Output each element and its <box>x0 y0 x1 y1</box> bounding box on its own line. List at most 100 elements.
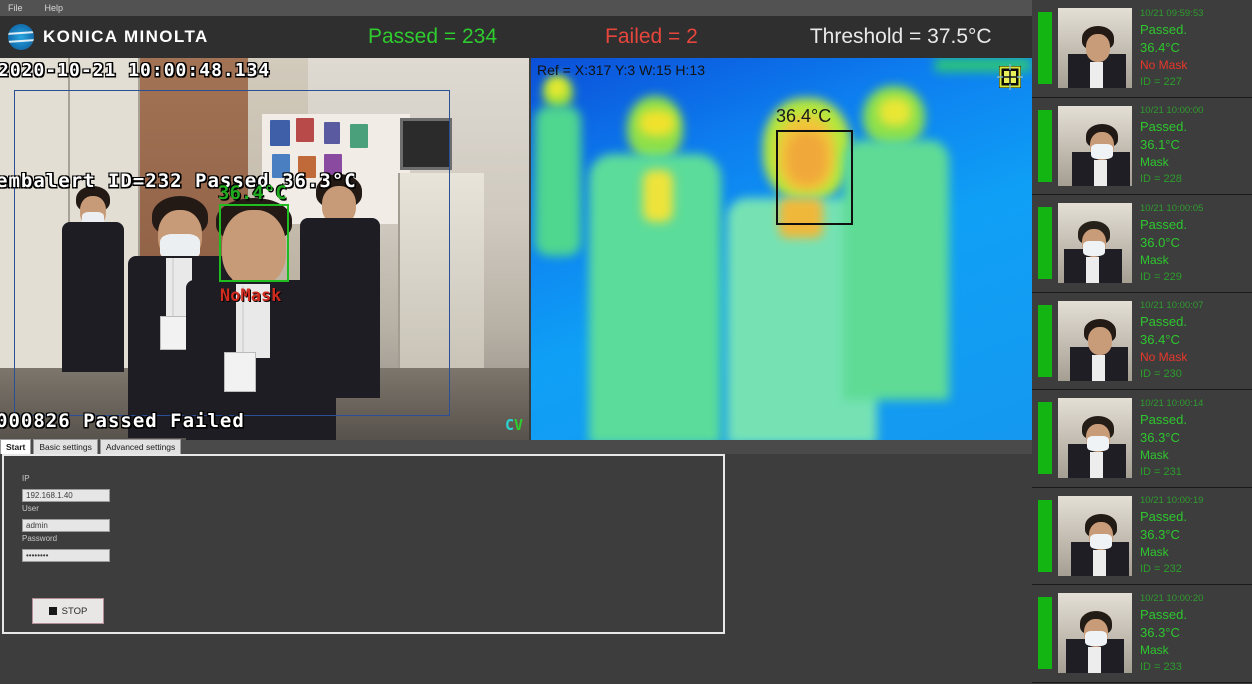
event-mask-status: Mask <box>1140 545 1169 560</box>
event-temperature: 36.3°C <box>1140 429 1180 445</box>
event-timestamp: 10/21 10:00:20 <box>1140 592 1204 604</box>
tab-basic-settings[interactable]: Basic settings <box>33 439 98 454</box>
event-mask-status: Mask <box>1140 447 1169 462</box>
event-mask-status: Mask <box>1140 252 1169 267</box>
event-id: ID = 229 <box>1140 270 1182 283</box>
header-bar: KONICA MINOLTA Passed = 234 Failed = 2 T… <box>0 16 1032 58</box>
event-details: 10/21 10:00:19 Passed. 36.3°C Mask ID = 232 <box>1140 494 1203 577</box>
stop-button-label: STOP <box>61 605 88 617</box>
event-result: Passed. <box>1140 509 1187 525</box>
brand-logo: KONICA MINOLTA <box>0 24 350 50</box>
event-details: 10/21 10:00:07 Passed. 36.4°C No Mask ID = 2… <box>1140 299 1203 382</box>
event-list-item[interactable]: 10/21 10:00:20 Passed. 36.3°C Mask ID = 233 <box>1032 585 1252 683</box>
user-label: User <box>22 504 39 513</box>
event-status-bar <box>1038 499 1052 572</box>
event-result: Passed. <box>1140 606 1187 622</box>
event-result: Passed. <box>1140 119 1187 135</box>
event-id: ID = 233 <box>1140 660 1182 673</box>
settings-tab-strip: Start Basic settings Advanced settings <box>0 439 1032 454</box>
event-result: Passed. <box>1140 21 1187 37</box>
event-details: 10/21 10:00:14 Passed. 36.3°C Mask ID = 231 <box>1140 397 1203 480</box>
event-list-item[interactable]: 10/21 10:00:00 Passed. 36.1°C Mask ID = 228 <box>1032 98 1252 195</box>
event-thumbnail[interactable] <box>1058 203 1132 284</box>
video-temperature-overlay: 36.4°C <box>218 182 287 204</box>
event-log-sidebar[interactable]: 10/21 09:59:53 Passed. 36.4°C No Mask ID = 2… <box>1032 0 1252 684</box>
event-list-item[interactable]: 10/21 10:00:19 Passed. 36.3°C Mask ID = 232 <box>1032 488 1252 585</box>
passed-count: Passed = 234 <box>368 25 498 48</box>
event-thumbnail[interactable] <box>1058 8 1132 89</box>
video-timestamp-overlay: 2020-10-21 10:00:48.134 <box>0 60 271 81</box>
event-temperature: 36.3°C <box>1140 624 1180 640</box>
event-details: 10/21 10:00:05 Passed. 36.0°C Mask ID = 229 <box>1140 202 1203 285</box>
event-mask-status: Mask <box>1140 155 1169 170</box>
event-list-item[interactable]: 10/21 10:00:07 Passed. 36.4°C No Mask ID = 2… <box>1032 293 1252 390</box>
ip-field-group: IP <box>22 474 110 503</box>
brand-name: KONICA MINOLTA <box>43 27 209 46</box>
stats-group: Passed = 234 Failed = 2 Threshold = 37.5… <box>350 25 1032 49</box>
event-list-item[interactable]: 10/21 09:59:53 Passed. 36.4°C No Mask ID = 2… <box>1032 0 1252 98</box>
user-input[interactable] <box>22 519 110 532</box>
event-timestamp: 10/21 10:00:05 <box>1140 202 1204 214</box>
menu-bar: File Help <box>0 0 1032 16</box>
event-id: ID = 227 <box>1140 75 1182 88</box>
thermal-ref-readout: Ref = X:317 Y:3 W:15 H:13 <box>537 62 705 78</box>
event-mask-status: No Mask <box>1140 350 1188 365</box>
event-details: 10/21 09:59:53 Passed. 36.4°C No Mask ID = 2… <box>1140 7 1203 90</box>
event-thumbnail[interactable] <box>1058 398 1132 479</box>
video-status-overlay: embalert ID=232 Passed 36.3°C <box>0 170 357 192</box>
ip-label: IP <box>22 474 30 483</box>
event-id: ID = 228 <box>1140 173 1182 186</box>
ip-input[interactable] <box>22 489 110 502</box>
event-thumbnail[interactable] <box>1058 495 1132 576</box>
thermal-camera-view[interactable]: 36.4°C Ref = X:317 Y:3 W:15 H:13 <box>531 58 1032 440</box>
event-status-bar <box>1038 12 1052 85</box>
event-timestamp: 10/21 10:00:07 <box>1140 300 1204 312</box>
failed-count: Failed = 2 <box>605 25 698 48</box>
event-result: Passed. <box>1140 411 1187 427</box>
event-result: Passed. <box>1140 216 1187 232</box>
event-status-bar <box>1038 597 1052 670</box>
video-counter-overlay: 000826 Passed Failed <box>0 410 245 432</box>
event-thumbnail[interactable] <box>1058 593 1132 674</box>
event-status-bar <box>1038 304 1052 377</box>
event-timestamp: 10/21 10:00:19 <box>1140 495 1204 507</box>
event-timestamp: 10/21 10:00:14 <box>1140 397 1204 409</box>
video-panels: NoMask 2020-10-21 10:00:48.134 embalert … <box>0 58 1032 440</box>
cv-watermark: CV <box>504 416 523 434</box>
event-details: 10/21 10:00:20 Passed. 36.3°C Mask ID = 233 <box>1140 592 1203 675</box>
threshold-value: Threshold = 37.5°C <box>809 25 992 48</box>
event-status-bar <box>1038 207 1052 280</box>
user-field-group: User <box>22 504 110 533</box>
event-id: ID = 231 <box>1140 465 1182 478</box>
password-field-group: Password <box>22 534 110 563</box>
tab-advanced-settings[interactable]: Advanced settings <box>99 439 182 454</box>
stop-button[interactable]: STOP <box>32 598 104 624</box>
face-mask-label: NoMask <box>220 286 282 306</box>
event-id: ID = 230 <box>1140 368 1182 381</box>
event-timestamp: 10/21 09:59:53 <box>1140 7 1204 19</box>
face-detection-box <box>219 204 289 282</box>
rgb-camera-view[interactable]: NoMask 2020-10-21 10:00:48.134 embalert … <box>0 58 529 440</box>
event-status-bar <box>1038 402 1052 475</box>
event-temperature: 36.0°C <box>1140 234 1180 250</box>
event-list-item[interactable]: 10/21 10:00:05 Passed. 36.0°C Mask ID = 229 <box>1032 195 1252 293</box>
event-temperature: 36.1°C <box>1140 137 1180 153</box>
event-result: Passed. <box>1140 314 1187 330</box>
menu-item-help[interactable]: Help <box>41 0 68 16</box>
event-temperature: 36.3°C <box>1140 527 1180 543</box>
start-settings-panel: IP User Password STOP <box>2 454 725 634</box>
password-input[interactable] <box>22 549 110 562</box>
event-thumbnail[interactable] <box>1058 105 1132 186</box>
event-details: 10/21 10:00:00 Passed. 36.1°C Mask ID = 228 <box>1140 104 1203 187</box>
tab-start[interactable]: Start <box>0 439 32 454</box>
event-thumbnail[interactable] <box>1058 300 1132 381</box>
reference-reticle-icon[interactable] <box>997 64 1023 90</box>
event-list-item[interactable]: 10/21 10:00:14 Passed. 36.3°C Mask ID = 231 <box>1032 390 1252 488</box>
thermal-measure-box <box>776 130 853 225</box>
event-mask-status: No Mask <box>1140 57 1188 72</box>
app-window: File Help KONICA MINOLTA Passed = 234 Fa… <box>0 0 1252 684</box>
stop-square-icon <box>48 607 57 615</box>
menu-item-file[interactable]: File <box>4 0 27 16</box>
event-id: ID = 232 <box>1140 563 1182 576</box>
password-label: Password <box>22 534 58 543</box>
